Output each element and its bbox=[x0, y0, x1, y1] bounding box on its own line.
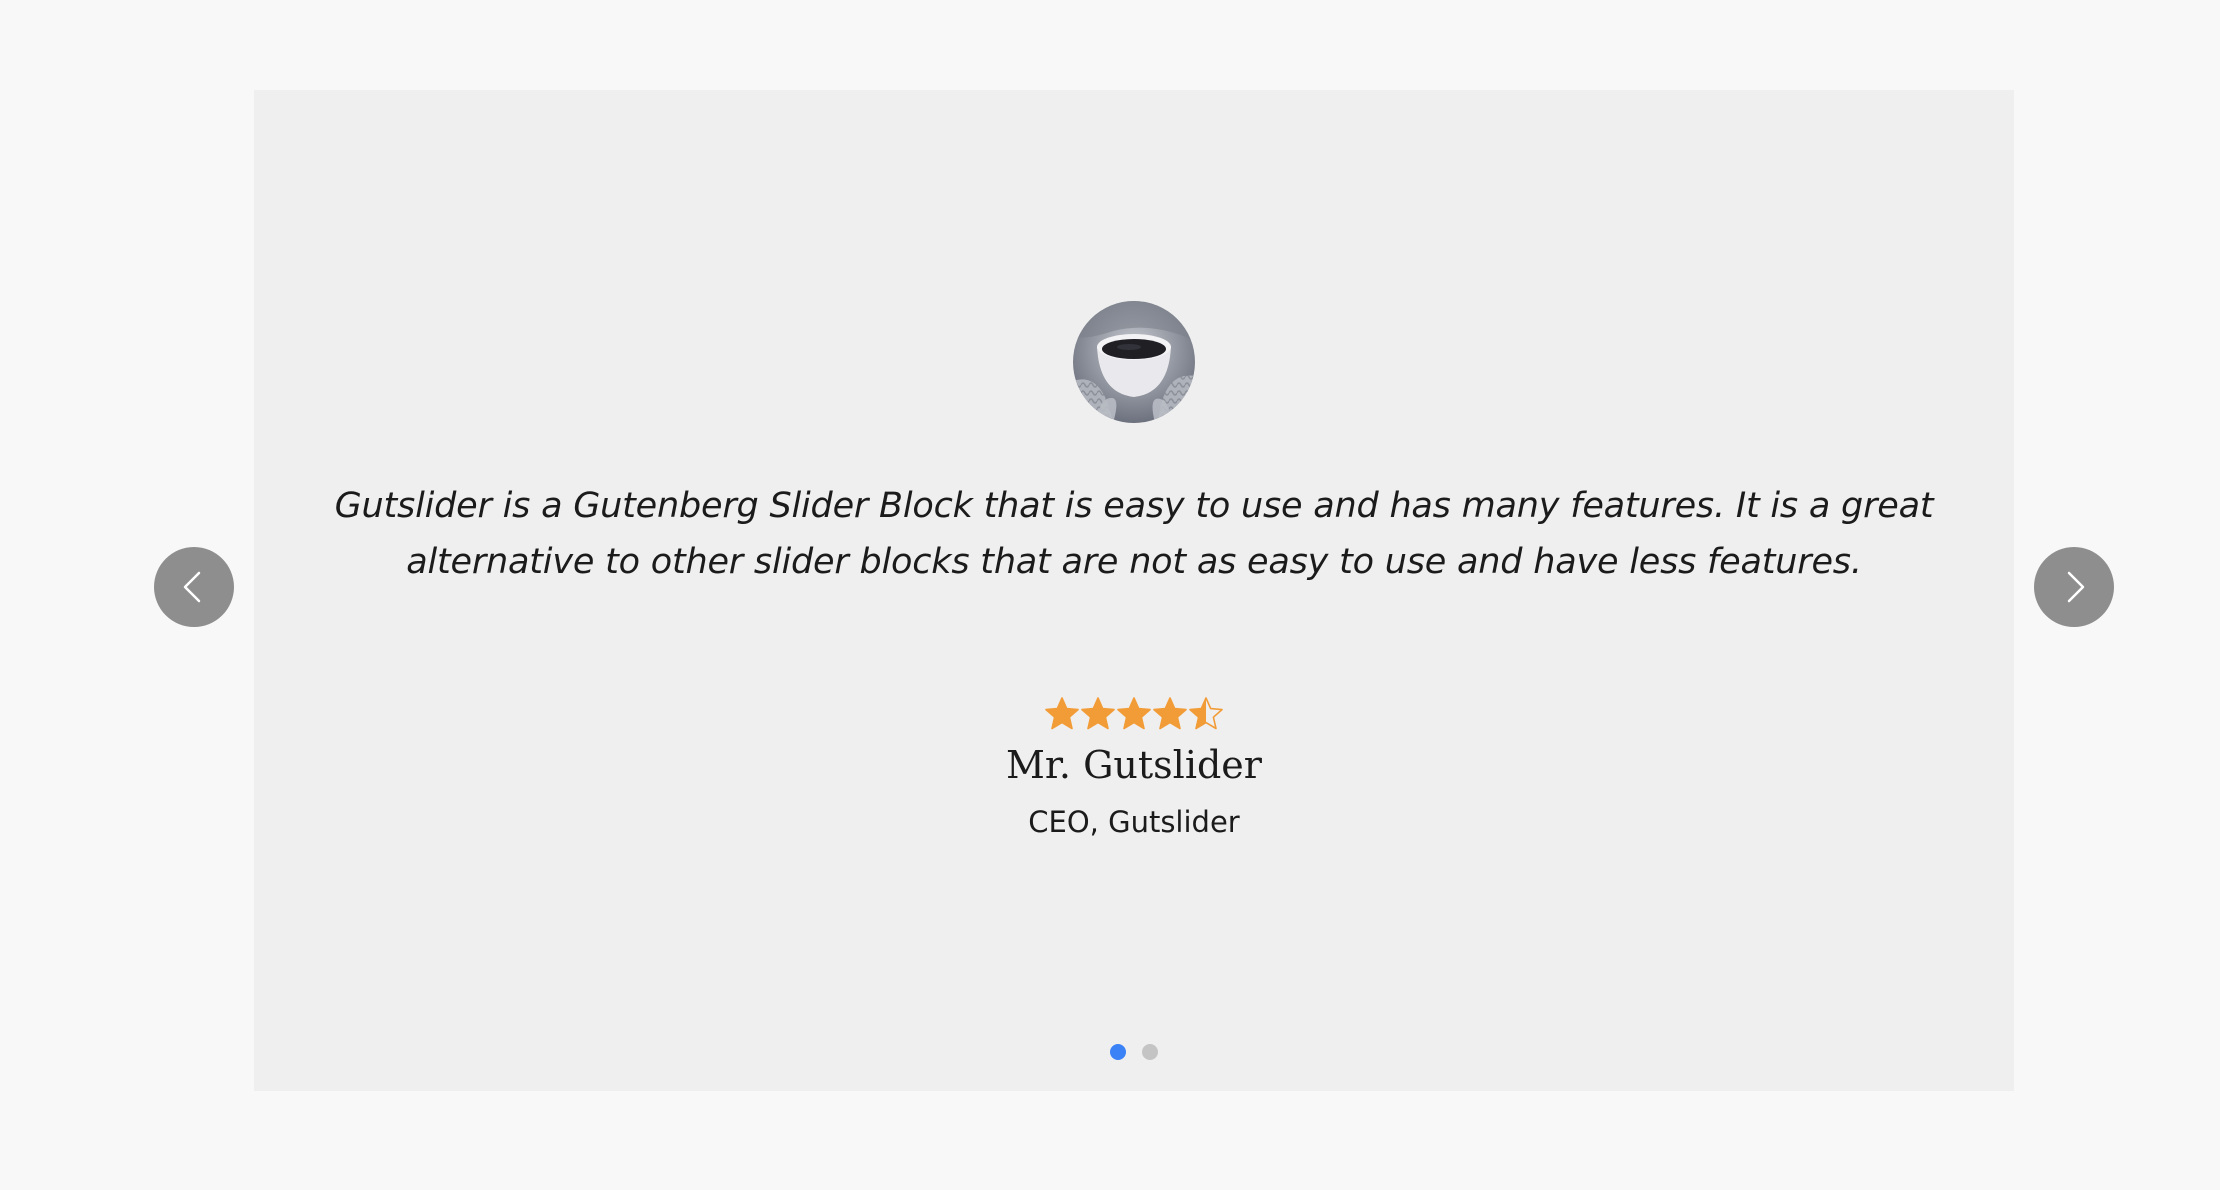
star-full-icon bbox=[1044, 696, 1080, 732]
star-full-icon bbox=[1080, 696, 1116, 732]
star-half-icon bbox=[1188, 696, 1224, 732]
pagination-dot[interactable] bbox=[1110, 1044, 1126, 1060]
chevron-left-icon bbox=[183, 571, 201, 603]
testimonial-quote: Gutslider is a Gutenberg Slider Block th… bbox=[334, 486, 1934, 582]
star-full-icon bbox=[1116, 696, 1152, 732]
pagination-dot[interactable] bbox=[1142, 1044, 1158, 1060]
coffee-cup-photo bbox=[1073, 301, 1195, 423]
star-full-icon bbox=[1152, 696, 1188, 732]
next-slide-button[interactable] bbox=[2034, 547, 2114, 627]
prev-slide-button[interactable] bbox=[154, 547, 234, 627]
pagination-dots bbox=[254, 1044, 2014, 1060]
star-rating bbox=[254, 696, 2014, 732]
reviewer-name: Mr. Gutslider bbox=[1006, 743, 1262, 787]
testimonial-slider: Gutslider is a Gutenberg Slider Block th… bbox=[254, 90, 2014, 1091]
chevron-right-icon bbox=[2067, 571, 2085, 603]
avatar bbox=[1073, 301, 1195, 423]
reviewer-role: CEO, Gutslider bbox=[1028, 805, 1240, 839]
